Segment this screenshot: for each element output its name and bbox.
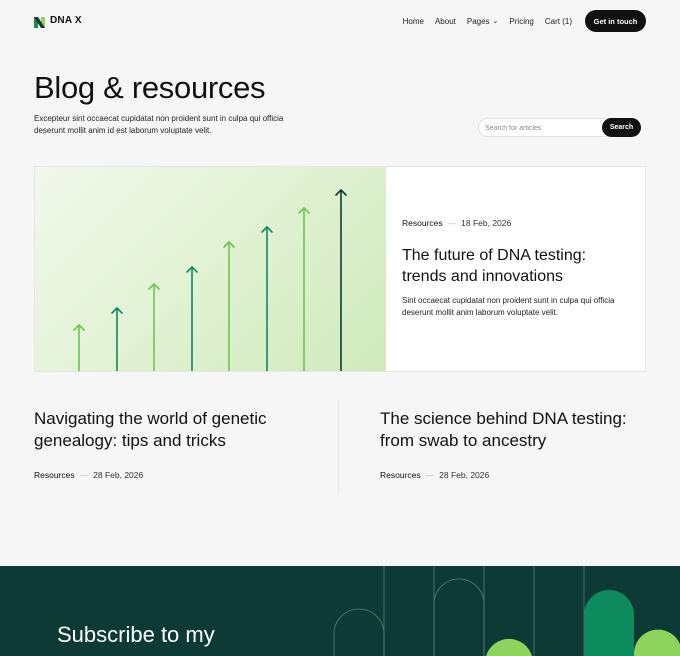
nav-item-home[interactable]: Home [403, 17, 424, 26]
posts-divider [338, 400, 339, 492]
page-description: Excepteur sint occaecat cupidatat non pr… [34, 114, 284, 135]
post-meta: Resources — 28 Feb, 2026 [34, 470, 143, 480]
growth-arrows-illustration [73, 189, 347, 371]
meta-separator: — [447, 218, 457, 228]
search-button[interactable]: Search [602, 118, 641, 137]
featured-post-description: Sint occaecat cupidatat non proident sun… [402, 296, 615, 317]
post-category[interactable]: Resources [34, 470, 75, 480]
nav-item-pages-label: Pages [466, 17, 490, 26]
post-meta: Resources — 28 Feb, 2026 [380, 470, 489, 480]
newsletter-title: Subscribe to my newsletter today! [57, 622, 223, 656]
nav-item-pricing[interactable]: Pricing [509, 17, 533, 26]
page-title: Blog & resources [34, 70, 266, 105]
meta-separator: — [425, 470, 435, 480]
post-date: 18 Feb, 2026 [461, 218, 512, 228]
featured-post-meta: Resources — 18 Feb, 2026 [402, 218, 511, 228]
search-input[interactable] [485, 122, 600, 134]
post-title[interactable]: The science behind DNA testing: from swa… [380, 408, 650, 452]
get-in-touch-button[interactable]: Get in touch [585, 10, 646, 32]
post-category[interactable]: Resources [380, 470, 421, 480]
main-menu: Home About Pages ⌄ Pricing Cart (1) [403, 17, 572, 26]
nav-item-about[interactable]: About [435, 17, 456, 26]
post-category[interactable]: Resources [402, 218, 443, 228]
featured-post-title[interactable]: The future of DNA testing: trends and in… [402, 245, 632, 287]
newsletter-section: Subscribe to my newsletter today! [0, 566, 680, 656]
brand-name: DNA X [50, 15, 82, 26]
dna-x-logo-icon [34, 15, 45, 28]
meta-separator: — [79, 470, 89, 480]
search-box: Search [478, 118, 641, 137]
post-date: 28 Feb, 2026 [93, 470, 144, 480]
post-title[interactable]: Navigating the world of genetic genealog… [34, 408, 304, 452]
nav-item-pages[interactable]: Pages ⌄ [467, 17, 499, 26]
brand-logo[interactable]: DNA X [34, 15, 82, 28]
chevron-down-icon: ⌄ [492, 17, 499, 25]
nav-item-cart[interactable]: Cart (1) [545, 17, 572, 26]
featured-post-image [35, 167, 386, 371]
featured-post-card[interactable]: Resources — 18 Feb, 2026 The future of D… [34, 166, 646, 372]
top-nav: DNA X Home About Pages ⌄ Pricing Cart (1)… [0, 0, 680, 44]
post-date: 28 Feb, 2026 [439, 470, 490, 480]
